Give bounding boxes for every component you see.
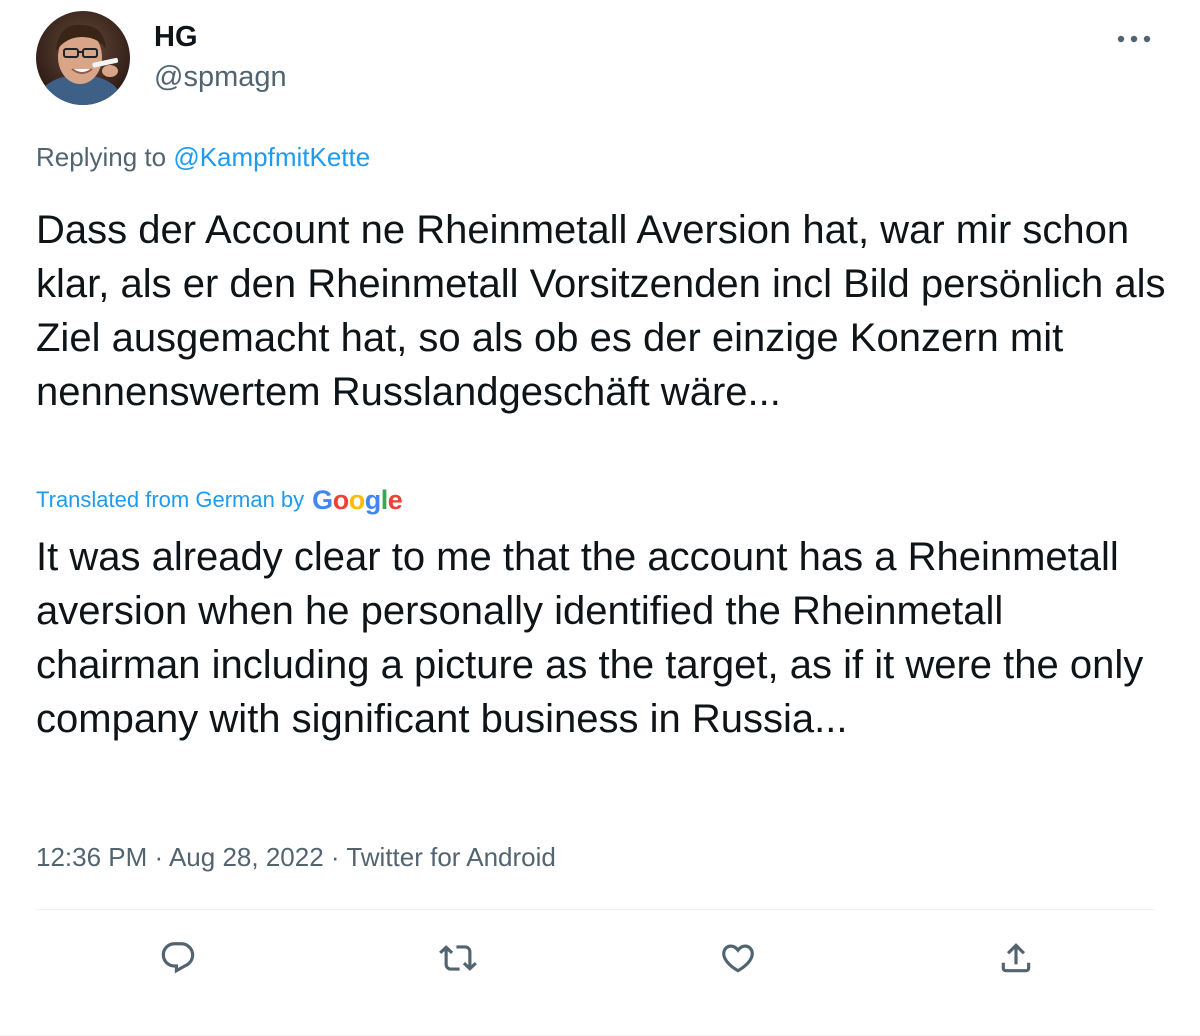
more-options-button[interactable] [1110,22,1158,56]
google-logo-letter: e [387,485,403,515]
retweet-icon [439,945,477,971]
avatar-image [36,11,130,105]
tweet-translated-text: It was already clear to me that the acco… [36,535,1144,741]
translated-by-label: Translated from German by [36,487,305,512]
share-icon [1001,943,1031,973]
more-icon [1117,35,1151,43]
share-button[interactable] [994,936,1038,980]
translation-attribution[interactable]: Translated from German by Google [36,484,403,516]
google-logo-letter: o [332,485,350,515]
reply-button[interactable] [156,936,200,980]
google-logo-letter: g [364,485,382,515]
author-display-name[interactable]: HG [154,20,198,54]
google-logo: Google [312,484,403,516]
google-logo-letter: o [348,485,366,515]
divider [36,909,1155,910]
avatar[interactable] [36,11,130,105]
retweet-button[interactable] [436,936,480,980]
author-handle[interactable]: @spmagn [154,60,287,94]
tweet-time-link[interactable]: 12:36 PM [36,842,147,872]
tweet-metadata: 12:36 PM · Aug 28, 2022 · Twitter for An… [36,840,556,874]
replying-to-mention-link[interactable]: @KampfmitKette [173,142,370,172]
replying-to: Replying to @KampfmitKette [36,140,370,174]
meta-separator: · [323,842,347,872]
tweet-original-text: Dass der Account ne Rheinmetall Aversion… [36,208,1166,414]
reply-icon [161,942,195,974]
tweet-client: Twitter for Android [346,842,556,872]
meta-separator: · [147,842,169,872]
tweet-date-link[interactable]: Aug 28, 2022 [169,842,324,872]
google-logo-letter: l [380,485,389,515]
google-logo-letter: G [312,485,333,515]
like-button[interactable] [716,936,760,980]
like-icon [722,944,754,973]
replying-to-prefix: Replying to [36,142,174,172]
